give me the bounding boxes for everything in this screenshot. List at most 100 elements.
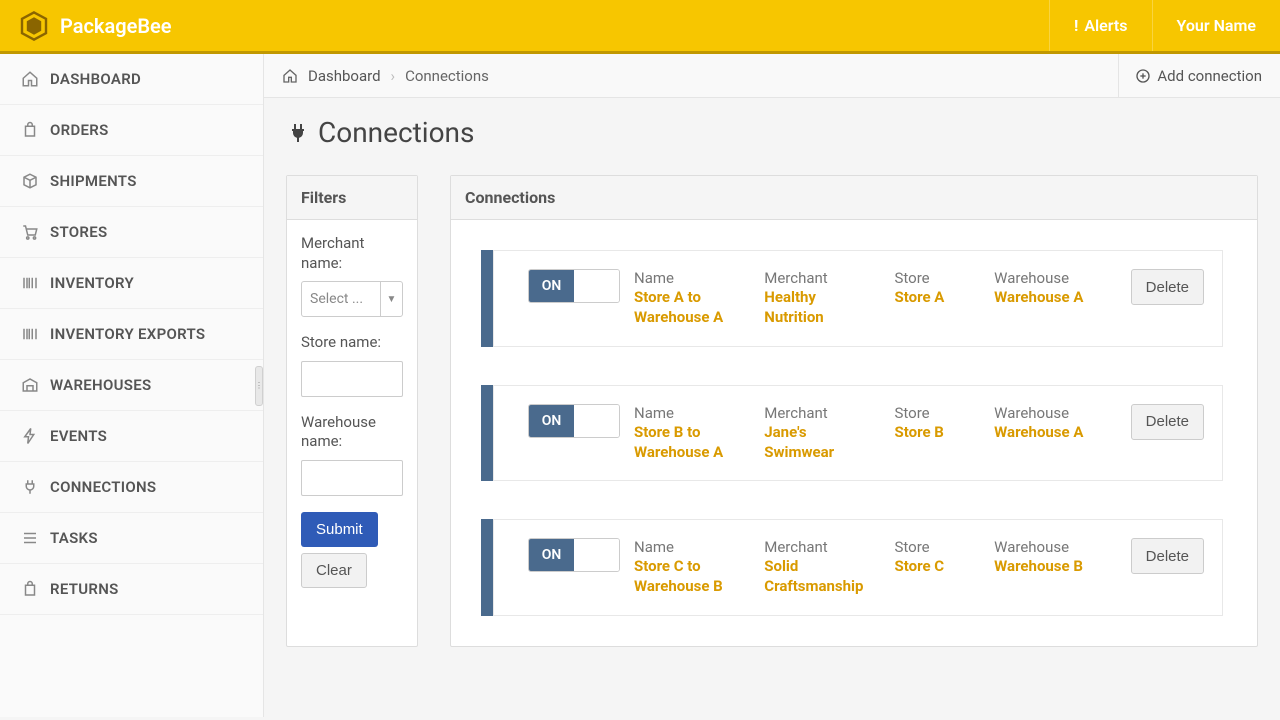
delete-button[interactable]: Delete — [1131, 269, 1204, 305]
merchant-select-value: Select ... — [302, 282, 380, 316]
sidebar-collapse-handle[interactable]: ⋮ — [255, 366, 263, 406]
sidebar-item-inventory-exports[interactable]: INVENTORY EXPORTS — [0, 309, 263, 360]
barcode-icon — [20, 325, 40, 343]
sidebar-item-connections[interactable]: CONNECTIONS — [0, 462, 263, 513]
bag-icon — [20, 121, 40, 139]
warehouse-label: Warehouse — [994, 538, 1116, 556]
alert-icon: ! — [1074, 16, 1078, 35]
merchant-label: Merchant — [764, 269, 876, 287]
warehouse-name-input[interactable] — [301, 460, 403, 496]
connection-name-link[interactable]: Store A to Warehouse A — [634, 287, 746, 328]
sidebar-item-tasks[interactable]: TASKS — [0, 513, 263, 564]
delete-button[interactable]: Delete — [1131, 404, 1204, 440]
bag-icon — [20, 580, 40, 598]
barcode-icon — [20, 274, 40, 292]
plus-circle-icon — [1135, 68, 1151, 84]
toggle-off-slot — [574, 405, 619, 437]
sidebar-item-events[interactable]: EVENTS — [0, 411, 263, 462]
toggle-off-slot — [574, 270, 619, 302]
sidebar-item-warehouses[interactable]: WAREHOUSES — [0, 360, 263, 411]
connections-panel: Connections ON Name Store A to Warehouse… — [450, 175, 1258, 647]
home-icon — [282, 68, 298, 84]
status-toggle[interactable]: ON — [528, 269, 620, 303]
connections-panel-title: Connections — [451, 176, 1257, 220]
status-toggle[interactable]: ON — [528, 404, 620, 438]
app-header: PackageBee ! Alerts Your Name — [0, 0, 1280, 54]
nav-label: DASHBOARD — [50, 70, 141, 88]
merchant-link[interactable]: Healthy Nutrition — [764, 287, 876, 328]
sidebar-item-orders[interactable]: ORDERS — [0, 105, 263, 156]
nav-label: EVENTS — [50, 427, 107, 445]
brand-logo-icon — [18, 10, 50, 42]
nav-label: CONNECTIONS — [50, 478, 156, 496]
clear-button[interactable]: Clear — [301, 553, 367, 588]
topbar: Dashboard › Connections Add connection — [264, 54, 1280, 98]
user-menu[interactable]: Your Name — [1152, 0, 1280, 51]
alerts-button[interactable]: ! Alerts — [1049, 0, 1152, 51]
plug-icon — [286, 121, 310, 145]
row-accent — [481, 250, 493, 347]
merchant-label: Merchant — [764, 538, 876, 556]
plug-icon — [20, 478, 40, 496]
store-label: Store — [895, 538, 977, 556]
connection-name-link[interactable]: Store B to Warehouse A — [634, 422, 746, 463]
sidebar-item-returns[interactable]: RETURNS — [0, 564, 263, 615]
status-toggle[interactable]: ON — [528, 538, 620, 572]
merchant-link[interactable]: Solid Craftsmanship — [764, 556, 876, 597]
warehouse-link[interactable]: Warehouse A — [994, 422, 1116, 442]
merchant-link[interactable]: Jane's Swimwear — [764, 422, 876, 463]
package-icon — [20, 172, 40, 190]
sidebar-item-stores[interactable]: STORES — [0, 207, 263, 258]
breadcrumb-dashboard[interactable]: Dashboard — [308, 67, 381, 85]
connection-row: ON Name Store B to Warehouse A Merchant … — [481, 385, 1257, 482]
logo-area: PackageBee — [0, 10, 1049, 42]
cart-icon — [20, 223, 40, 241]
nav-label: RETURNS — [50, 580, 119, 598]
name-label: Name — [634, 538, 746, 556]
connection-fields: Name Store C to Warehouse B Merchant Sol… — [634, 538, 1117, 597]
connection-card: ON Name Store C to Warehouse B Merchant … — [493, 519, 1223, 616]
nav-label: SHIPMENTS — [50, 172, 137, 190]
toggle-on-label: ON — [529, 270, 574, 302]
warehouse-icon — [20, 376, 40, 394]
store-name-input[interactable] — [301, 361, 403, 397]
store-link[interactable]: Store A — [895, 287, 977, 307]
content-area: Dashboard › Connections Add connection C… — [264, 54, 1280, 717]
toggle-on-label: ON — [529, 405, 574, 437]
nav-label: ORDERS — [50, 121, 109, 139]
merchant-label: Merchant — [764, 404, 876, 422]
warehouse-label: Warehouse — [994, 404, 1116, 422]
bolt-icon — [20, 427, 40, 445]
connection-card: ON Name Store A to Warehouse A Merchant … — [493, 250, 1223, 347]
warehouse-link[interactable]: Warehouse B — [994, 556, 1116, 576]
nav-label: TASKS — [50, 529, 98, 547]
connection-name-link[interactable]: Store C to Warehouse B — [634, 556, 746, 597]
warehouse-link[interactable]: Warehouse A — [994, 287, 1116, 307]
sidebar-item-dashboard[interactable]: DASHBOARD — [0, 54, 263, 105]
toggle-on-label: ON — [529, 539, 574, 571]
nav-label: INVENTORY — [50, 274, 134, 292]
name-label: Name — [634, 269, 746, 287]
sidebar-item-shipments[interactable]: SHIPMENTS — [0, 156, 263, 207]
add-connection-button[interactable]: Add connection — [1118, 54, 1262, 97]
store-link[interactable]: Store B — [895, 422, 977, 442]
filters-panel-title: Filters — [287, 176, 417, 220]
chevron-down-icon: ▼ — [380, 282, 402, 316]
breadcrumb-current: Connections — [405, 67, 489, 85]
toggle-off-slot — [574, 539, 619, 571]
store-label: Store — [895, 269, 977, 287]
merchant-select[interactable]: Select ... ▼ — [301, 281, 403, 317]
store-label: Store — [895, 404, 977, 422]
nav-label: INVENTORY EXPORTS — [50, 325, 205, 343]
home-icon — [20, 70, 40, 88]
connection-row: ON Name Store C to Warehouse B Merchant … — [481, 519, 1257, 616]
delete-button[interactable]: Delete — [1131, 538, 1204, 574]
store-link[interactable]: Store C — [895, 556, 977, 576]
submit-button[interactable]: Submit — [301, 512, 378, 547]
nav-label: STORES — [50, 223, 107, 241]
nav-label: WAREHOUSES — [50, 376, 151, 394]
warehouse-name-label: Warehouse name: — [301, 413, 403, 452]
sidebar-item-inventory[interactable]: INVENTORY — [0, 258, 263, 309]
connection-fields: Name Store B to Warehouse A Merchant Jan… — [634, 404, 1117, 463]
merchant-name-label: Merchant name: — [301, 234, 403, 273]
